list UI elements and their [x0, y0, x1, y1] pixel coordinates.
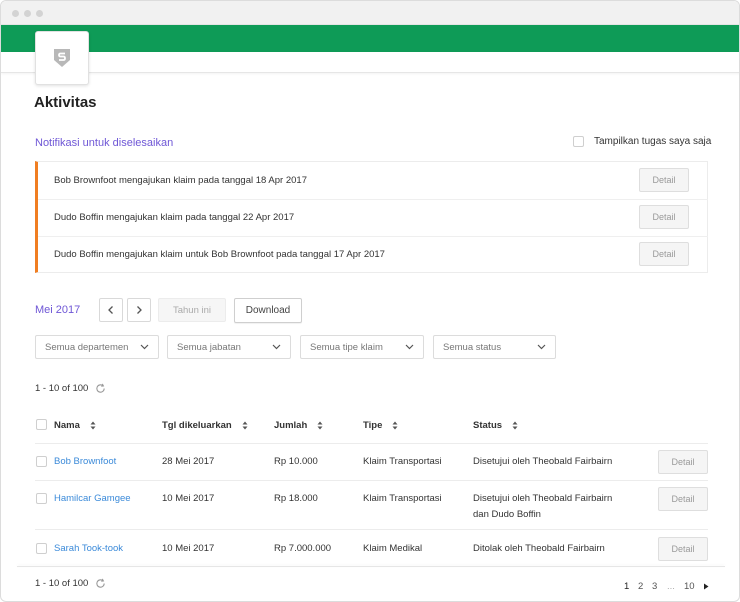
chevron-down-icon — [537, 344, 546, 350]
sort-icon — [392, 421, 398, 430]
sort-icon — [90, 421, 96, 430]
column-header-label: Nama — [54, 420, 80, 431]
divider — [35, 480, 708, 481]
notification-item: Dudo Boffin mengajukan klaim pada tangga… — [38, 199, 708, 236]
column-header-label: Status — [473, 420, 503, 431]
employee-name-link[interactable]: Hamilcar Gamgee — [54, 491, 131, 507]
department-filter[interactable]: Semua departemen — [35, 335, 159, 359]
column-header-date[interactable]: Tgl dikeluarkan — [162, 420, 248, 431]
result-count-text: 1 - 10 of 100 — [35, 383, 89, 394]
notification-text: Bob Brownfoot mengajukan klaim pada tang… — [54, 175, 307, 186]
notification-text: Dudo Boffin mengajukan klaim untuk Bob B… — [54, 249, 385, 260]
row-detail-button[interactable]: Detail — [658, 487, 708, 511]
result-count-bottom: 1 - 10 of 100 — [35, 578, 106, 589]
date-cell: 28 Mei 2017 — [162, 456, 215, 467]
type-cell: Klaim Medikal — [363, 543, 423, 554]
chevron-down-icon — [405, 344, 414, 350]
notifications-list: Bob Brownfoot mengajukan klaim pada tang… — [35, 161, 708, 273]
footer-divider — [17, 566, 725, 567]
this-year-button[interactable]: Tahun ini — [158, 298, 226, 322]
chevron-right-icon — [137, 306, 142, 314]
company-logo[interactable] — [35, 31, 89, 85]
notification-item: Dudo Boffin mengajukan klaim untuk Bob B… — [38, 236, 708, 273]
sort-icon — [512, 421, 518, 430]
current-month: Mei 2017 — [35, 304, 81, 316]
column-header-status[interactable]: Status — [473, 420, 518, 431]
amount-cell: Rp 7.000.000 — [274, 543, 332, 554]
column-header-label: Tipe — [363, 420, 383, 431]
divider — [35, 529, 708, 530]
column-header-label: Jumlah — [274, 420, 308, 431]
position-filter-value: Semua jabatan — [177, 341, 241, 353]
date-cell: 10 Mei 2017 — [162, 543, 215, 554]
refresh-icon[interactable] — [95, 578, 106, 589]
pagination-ellipsis: ... — [667, 581, 675, 592]
my-tasks-label: Tampilkan tugas saya saja — [594, 136, 712, 147]
amount-cell: Rp 10.000 — [274, 456, 318, 467]
window-control-dot[interactable] — [12, 10, 19, 17]
prev-month-button[interactable] — [99, 298, 123, 322]
chevron-down-icon — [272, 344, 281, 350]
row-checkbox[interactable] — [36, 543, 47, 554]
next-month-button[interactable] — [127, 298, 151, 322]
download-button[interactable]: Download — [234, 298, 302, 323]
status-cell: Ditolak oleh Theobald Fairbairn — [473, 543, 605, 554]
page-title: Aktivitas — [34, 94, 97, 111]
page-link-last[interactable]: 10 — [684, 581, 695, 592]
column-header-amount[interactable]: Jumlah — [274, 420, 323, 431]
column-header-label: Tgl dikeluarkan — [162, 420, 232, 431]
status-cell: Disetujui oleh Theobald Fairbairn dan Du… — [473, 493, 613, 520]
app-window: Aktivitas Notifikasi untuk diselesaikan … — [0, 0, 740, 602]
result-count-top: 1 - 10 of 100 — [35, 383, 106, 394]
type-cell: Klaim Transportasi — [363, 493, 442, 504]
page-link-2[interactable]: 2 — [638, 581, 643, 592]
chevron-down-icon — [140, 344, 149, 350]
my-tasks-checkbox[interactable] — [573, 136, 584, 147]
row-checkbox[interactable] — [36, 456, 47, 467]
row-detail-button[interactable]: Detail — [658, 537, 708, 561]
claim-type-filter-value: Semua tipe klaim — [310, 341, 383, 353]
page-link-3[interactable]: 3 — [652, 581, 657, 592]
position-filter[interactable]: Semua jabatan — [167, 335, 291, 359]
employee-name-link[interactable]: Sarah Took-took — [54, 541, 123, 557]
notification-item: Bob Brownfoot mengajukan klaim pada tang… — [38, 162, 708, 199]
column-header-type[interactable]: Tipe — [363, 420, 398, 431]
type-cell: Klaim Transportasi — [363, 456, 442, 467]
sort-icon — [317, 421, 323, 430]
status-filter-value: Semua status — [443, 341, 502, 353]
row-detail-button[interactable]: Detail — [658, 450, 708, 474]
date-cell: 10 Mei 2017 — [162, 493, 215, 504]
divider — [35, 443, 708, 444]
status-filter[interactable]: Semua status — [433, 335, 556, 359]
status-cell: Disetujui oleh Theobald Fairbairn — [473, 456, 613, 467]
department-filter-value: Semua departemen — [45, 341, 129, 353]
sort-icon — [242, 421, 248, 430]
notification-detail-button[interactable]: Detail — [639, 205, 689, 229]
shield-s-icon — [54, 49, 70, 67]
select-all-checkbox[interactable] — [36, 419, 47, 430]
result-count-text: 1 - 10 of 100 — [35, 578, 89, 589]
page-link-1[interactable]: 1 — [624, 581, 629, 592]
notification-detail-button[interactable]: Detail — [639, 242, 689, 266]
notification-detail-button[interactable]: Detail — [639, 168, 689, 192]
window-control-dot[interactable] — [36, 10, 43, 17]
brand-bar — [1, 25, 739, 52]
header-subbar — [1, 52, 739, 73]
claim-type-filter[interactable]: Semua tipe klaim — [300, 335, 424, 359]
amount-cell: Rp 18.000 — [274, 493, 318, 504]
window-titlebar — [1, 1, 739, 25]
row-checkbox[interactable] — [36, 493, 47, 504]
my-tasks-toggle[interactable]: Tampilkan tugas saya saja — [573, 136, 711, 147]
refresh-icon[interactable] — [95, 383, 106, 394]
chevron-left-icon — [108, 306, 113, 314]
triangle-right-icon[interactable] — [703, 583, 709, 590]
notifications-title: Notifikasi untuk diselesaikan — [35, 137, 174, 149]
window-control-dot[interactable] — [24, 10, 31, 17]
employee-name-link[interactable]: Bob Brownfoot — [54, 454, 116, 470]
column-header-name[interactable]: Nama — [54, 420, 96, 431]
notification-text: Dudo Boffin mengajukan klaim pada tangga… — [54, 212, 295, 223]
